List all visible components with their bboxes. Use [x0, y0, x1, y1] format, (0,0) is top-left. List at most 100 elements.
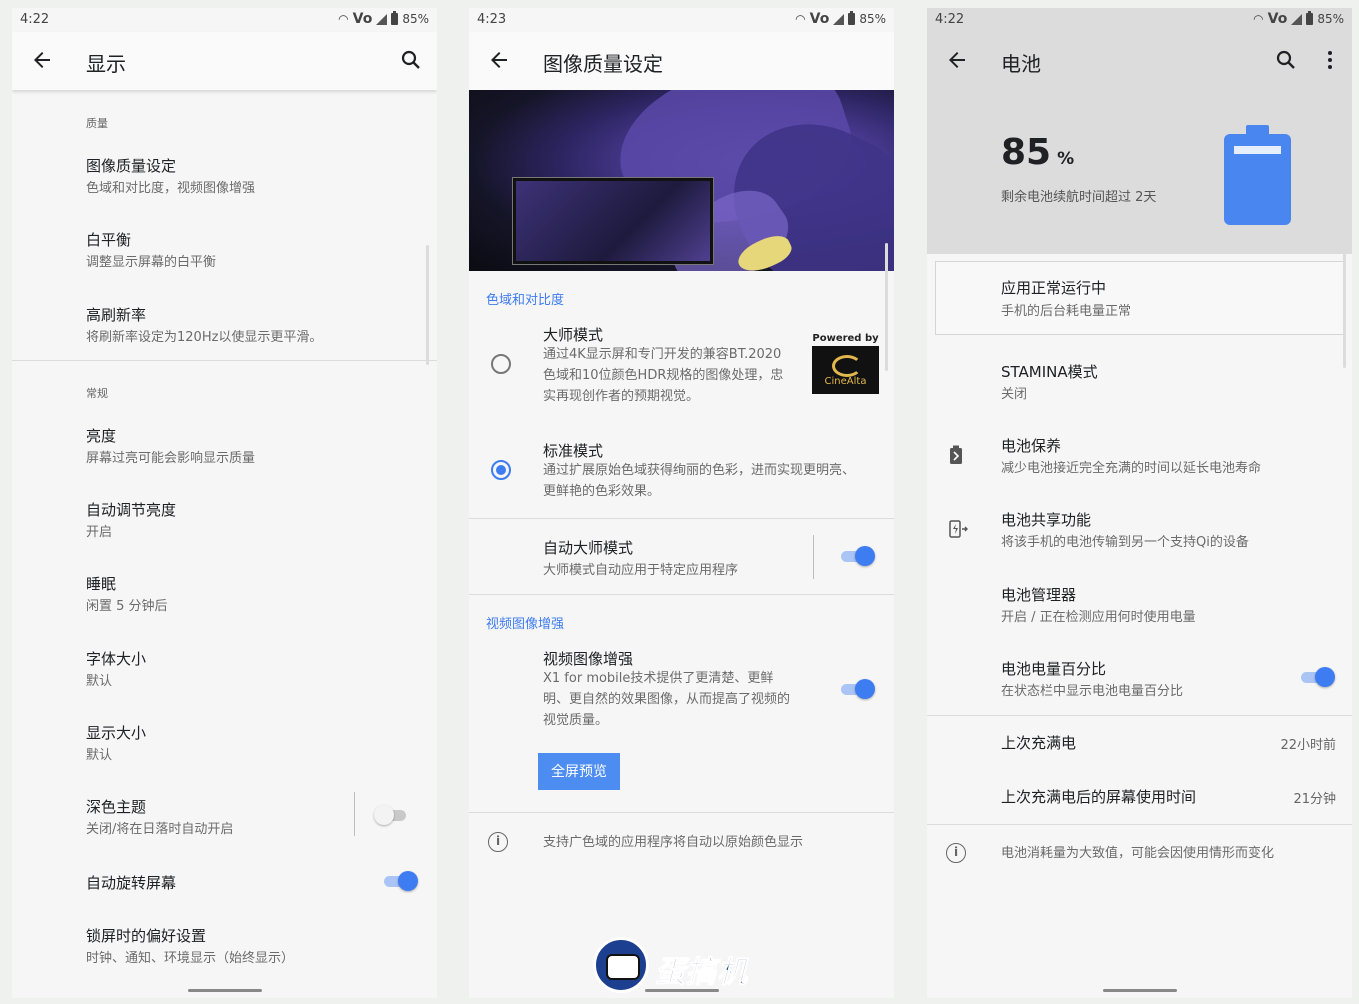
- status-card[interactable]: 应用正常运行中 手机的后台耗电量正常: [935, 261, 1344, 335]
- row-dark-theme[interactable]: 深色主题 关闭/将在日落时自动开启: [12, 792, 437, 856]
- row-title: 深色主题: [86, 798, 147, 816]
- row-brightness[interactable]: 亮度 屏幕过亮可能会影响显示质量: [12, 425, 437, 485]
- cinealta-logo: CineAlta: [812, 346, 879, 394]
- battery-icon: [391, 11, 399, 25]
- cinealta-badge: Powered by CineAlta: [812, 333, 879, 394]
- status-bar: 4:23 ◠ Vo 85%: [469, 8, 894, 32]
- row-title: 图像质量设定: [86, 157, 177, 175]
- row-title: STAMINA模式: [1001, 363, 1098, 381]
- row-title: 睡眠: [86, 575, 117, 593]
- row-subtitle: 默认: [86, 748, 113, 763]
- row-title: 电池保养: [1001, 437, 1062, 455]
- separator: [354, 792, 355, 836]
- row-battery-manager[interactable]: 电池管理器 开启 / 正在检测应用何时使用电量: [927, 584, 1352, 634]
- battery-screen: 4:22 ◠ Vo 85% 电池 85% 剩余电池续航时间超过 2天 应用正常运…: [927, 8, 1352, 998]
- row-subtitle: 将该手机的电池传输到另一个支持Qi的设备: [1001, 535, 1249, 550]
- row-lockscreen-prefs[interactable]: 锁屏时的偏好设置 时钟、通知、环境显示（始终显示）: [12, 925, 437, 985]
- row-subtitle: 减少电池接近完全充满的时间以延长电池寿命: [1001, 461, 1262, 476]
- row-display-size[interactable]: 显示大小 默认: [12, 722, 437, 782]
- row-auto-master[interactable]: 自动大师模式 大师模式自动应用于特定应用程序: [469, 535, 894, 587]
- row-battery-percent[interactable]: 电池电量百分比 在状态栏中显示电池电量百分比: [927, 658, 1352, 708]
- row-title: 上次充满电后的屏幕使用时间: [1001, 788, 1197, 806]
- battery-care-icon: [950, 445, 962, 464]
- section-video-label: 视频图像增强: [486, 617, 565, 632]
- section-color-label: 色域和对比度: [486, 293, 565, 308]
- row-font-size[interactable]: 字体大小 默认: [12, 648, 437, 708]
- row-video-enhance[interactable]: 视频图像增强 X1 for mobile技术提供了更清楚、更鲜明、更自然的效果图…: [469, 648, 894, 738]
- row-title: 上次充满电: [1001, 734, 1077, 752]
- image-quality-screen: 4:23 ◠ Vo 85% 图像质量设定 色域和对比度 大师模式 通过4K显示屏…: [469, 8, 894, 998]
- card-subtitle: 手机的后台耗电量正常: [1001, 304, 1132, 319]
- row-last-full-charge: 上次充满电 22小时前: [927, 732, 1352, 762]
- row-white-balance[interactable]: 白平衡 调整显示屏幕的白平衡: [12, 227, 437, 287]
- status-time: 4:22: [935, 12, 965, 27]
- row-standard-mode[interactable]: 标准模式 通过扩展原始色域获得绚丽的色彩，进而实现更明亮、更鲜艳的色彩效果。: [469, 440, 894, 510]
- row-title: 白平衡: [86, 231, 132, 249]
- divider: [469, 812, 894, 813]
- master-mode-desc: 通过4K显示屏和专门开发的兼容BT.2020色域和10位颜色HDR规格的图像处理…: [543, 347, 784, 404]
- watermark-text: 蛋搞机: [655, 955, 748, 991]
- video-enhance-toggle[interactable]: [839, 678, 875, 700]
- divider: [469, 518, 894, 519]
- divider: [469, 594, 894, 595]
- row-auto-rotate[interactable]: 自动旋转屏幕: [12, 870, 437, 914]
- row-subtitle: 屏幕过亮可能会影响显示质量: [86, 451, 256, 466]
- auto-master-toggle[interactable]: [839, 545, 875, 567]
- row-title: 字体大小: [86, 650, 147, 668]
- battery-level: 85%: [1001, 132, 1075, 173]
- powered-by-label: Powered by: [812, 333, 879, 344]
- row-battery-care[interactable]: 电池保养 减少电池接近完全充满的时间以延长电池寿命: [927, 435, 1352, 485]
- row-auto-brightness[interactable]: 自动调节亮度 开启: [12, 499, 437, 559]
- back-arrow-icon[interactable]: [30, 48, 54, 72]
- volte-icon: Vo: [809, 11, 830, 27]
- row-title: 电池共享功能: [1001, 511, 1092, 529]
- row-subtitle: 色域和对比度，视频图像增强: [86, 181, 256, 196]
- row-title: 标准模式: [543, 442, 604, 460]
- row-title: 亮度: [86, 427, 117, 445]
- divider: [927, 824, 1352, 825]
- battery-percent-toggle[interactable]: [1299, 666, 1335, 688]
- card-title: 应用正常运行中: [1001, 279, 1107, 297]
- gesture-bar[interactable]: [1102, 989, 1177, 992]
- scrollbar[interactable]: [426, 245, 429, 365]
- wifi-icon: ◠: [1253, 12, 1264, 26]
- row-value: 22小时前: [1280, 738, 1336, 753]
- signal-icon: [1291, 13, 1303, 25]
- row-title: 显示大小: [86, 724, 147, 742]
- divider: [12, 360, 437, 361]
- row-image-quality[interactable]: 图像质量设定 色域和对比度，视频图像增强: [12, 153, 437, 213]
- hero-image: [469, 90, 894, 271]
- dark-theme-toggle[interactable]: [374, 804, 410, 826]
- back-arrow-icon[interactable]: [945, 48, 969, 72]
- volte-icon: Vo: [352, 11, 373, 27]
- page-title: 电池: [1001, 52, 1041, 76]
- search-icon[interactable]: [399, 48, 423, 72]
- row-stamina[interactable]: STAMINA模式 关闭: [927, 361, 1352, 411]
- fullscreen-preview-button[interactable]: 全屏预览: [538, 753, 620, 790]
- status-battery: 85%: [402, 12, 429, 26]
- battery-graphic-icon: [1224, 125, 1291, 225]
- divider: [927, 715, 1352, 716]
- gesture-bar[interactable]: [187, 989, 262, 992]
- video-enhance-desc: X1 for mobile技术提供了更清楚、更鲜明、更自然的效果图像，从而提高了…: [543, 671, 791, 728]
- row-battery-share[interactable]: 电池共享功能 将该手机的电池传输到另一个支持Qi的设备: [927, 509, 1352, 559]
- info-text: 支持广色域的应用程序将自动以原始颜色显示: [543, 835, 804, 850]
- row-screen-time: 上次充满电后的屏幕使用时间 21分钟: [927, 786, 1352, 816]
- wifi-icon: ◠: [795, 12, 806, 26]
- status-battery: 85%: [1317, 12, 1344, 26]
- row-high-refresh[interactable]: 高刷新率 将刷新率设定为120Hz以使显示更平滑。: [12, 302, 437, 362]
- row-sleep[interactable]: 睡眠 闲置 5 分钟后: [12, 573, 437, 633]
- search-icon[interactable]: [1274, 48, 1298, 72]
- scrollbar[interactable]: [1343, 248, 1346, 368]
- standard-mode-desc: 通过扩展原始色域获得绚丽的色彩，进而实现更明亮、更鲜艳的色彩效果。: [543, 463, 856, 499]
- auto-rotate-toggle[interactable]: [382, 870, 418, 892]
- battery-header: 85% 剩余电池续航时间超过 2天: [927, 90, 1352, 254]
- row-subtitle: 将刷新率设定为120Hz以使显示更平滑。: [86, 330, 323, 345]
- row-title: 高刷新率: [86, 306, 147, 324]
- row-subtitle: 时钟、通知、环境显示（始终显示）: [86, 951, 295, 966]
- row-title: 视频图像增强: [543, 650, 634, 668]
- back-arrow-icon[interactable]: [487, 48, 511, 72]
- row-subtitle: 在状态栏中显示电池电量百分比: [1001, 684, 1184, 699]
- more-vert-icon[interactable]: [1318, 48, 1342, 72]
- signal-icon: [376, 13, 388, 25]
